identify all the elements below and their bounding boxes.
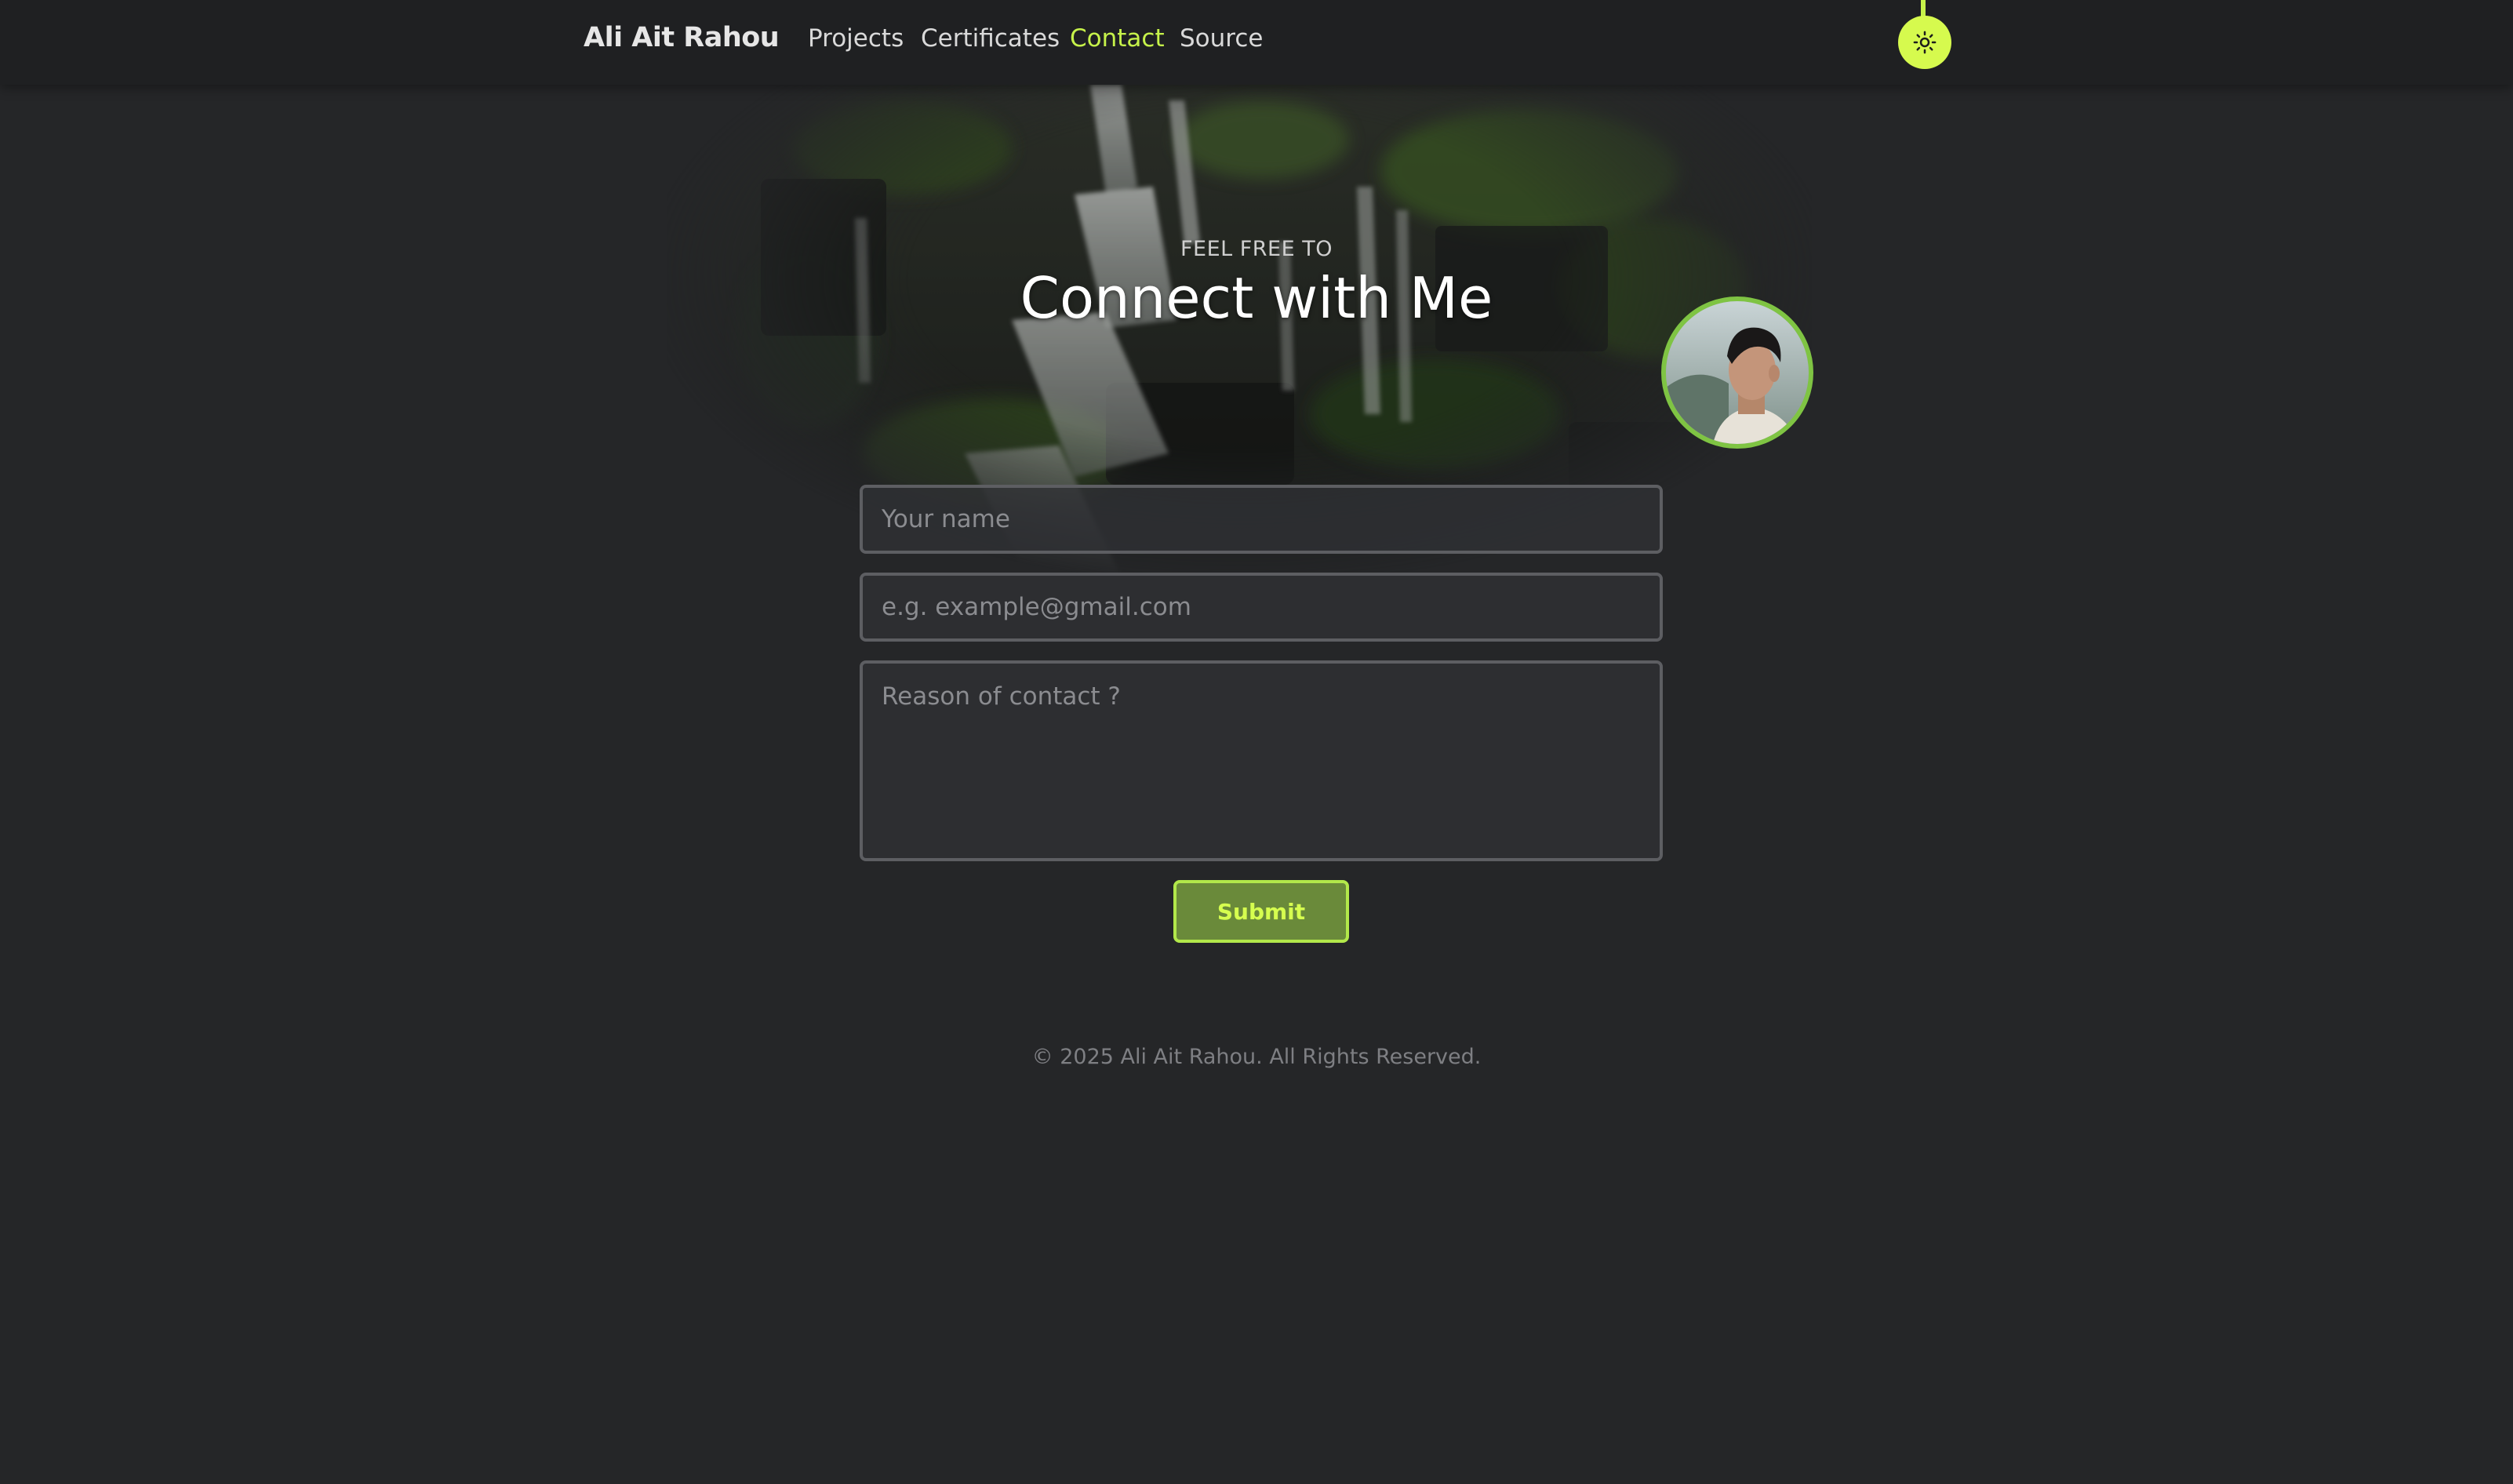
submit-button[interactable]: Submit [1173,880,1349,943]
footer-copyright: © 2025 Ali Ait Rahou. All Rights Reserve… [1031,1045,1482,1069]
sun-icon [1913,31,1937,54]
hero-eyebrow: FEEL FREE TO [1180,237,1333,261]
name-input[interactable] [860,485,1663,554]
email-input[interactable] [860,573,1663,642]
brand-logo[interactable]: Ali Ait Rahou [584,22,780,53]
nav-link-certificates[interactable]: Certificates [921,24,1060,53]
avatar [1661,296,1813,449]
contact-page: Ali Ait Rahou Projects Certificates Cont… [0,0,2513,1484]
page-title: Connect with Me [1020,265,1493,331]
nav-link-projects[interactable]: Projects [808,24,904,53]
nav-link-source[interactable]: Source [1180,24,1263,53]
reason-textarea[interactable] [860,660,1663,861]
theme-toggle-button[interactable] [1898,16,1951,69]
navbar: Ali Ait Rahou Projects Certificates Cont… [0,0,2513,85]
nav-link-contact[interactable]: Contact [1070,24,1165,53]
